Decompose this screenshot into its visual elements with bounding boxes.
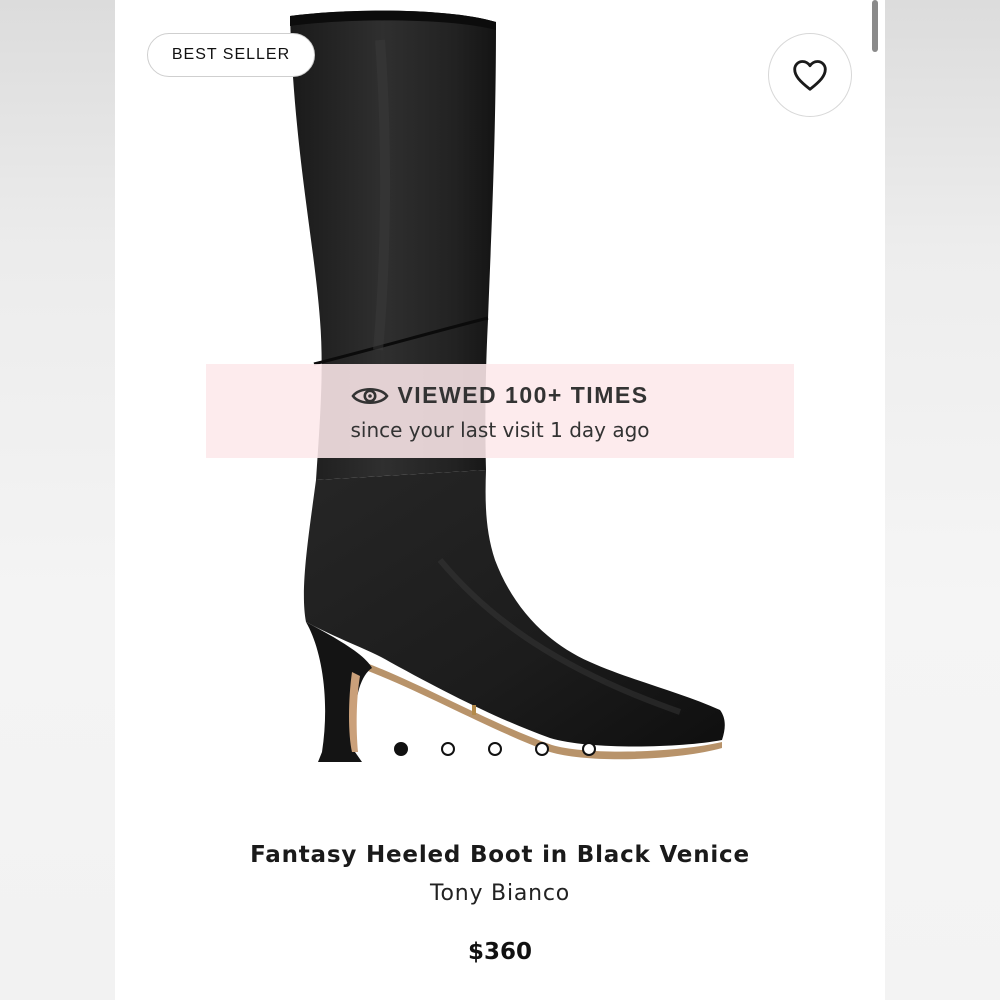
eye-icon xyxy=(351,387,390,404)
favorite-button[interactable] xyxy=(768,33,852,117)
heart-outline-icon xyxy=(793,60,827,91)
carousel-dot-3[interactable] xyxy=(488,742,502,756)
best-seller-badge: BEST SELLER xyxy=(147,33,315,77)
product-name[interactable]: Fantasy Heeled Boot in Black Venice xyxy=(115,842,885,868)
carousel-dot-1[interactable] xyxy=(394,742,408,756)
carousel-dot-5[interactable] xyxy=(582,742,596,756)
product-price: $360 xyxy=(467,939,532,965)
product-brand[interactable]: Tony Bianco xyxy=(115,881,885,906)
right-backdrop xyxy=(885,0,1000,1000)
carousel-dot-2[interactable] xyxy=(441,742,455,756)
scrollbar[interactable] xyxy=(872,0,878,52)
carousel-dots xyxy=(394,742,614,760)
viewed-count-banner: VIEWED 100+ TIMES since your last visit … xyxy=(206,364,794,458)
viewed-subtitle: since your last visit 1 day ago xyxy=(350,418,650,442)
carousel-dot-4[interactable] xyxy=(535,742,549,756)
viewed-title-row: VIEWED 100+ TIMES xyxy=(206,382,794,409)
viewed-title: VIEWED 100+ TIMES xyxy=(397,382,649,408)
left-backdrop xyxy=(0,0,115,1000)
